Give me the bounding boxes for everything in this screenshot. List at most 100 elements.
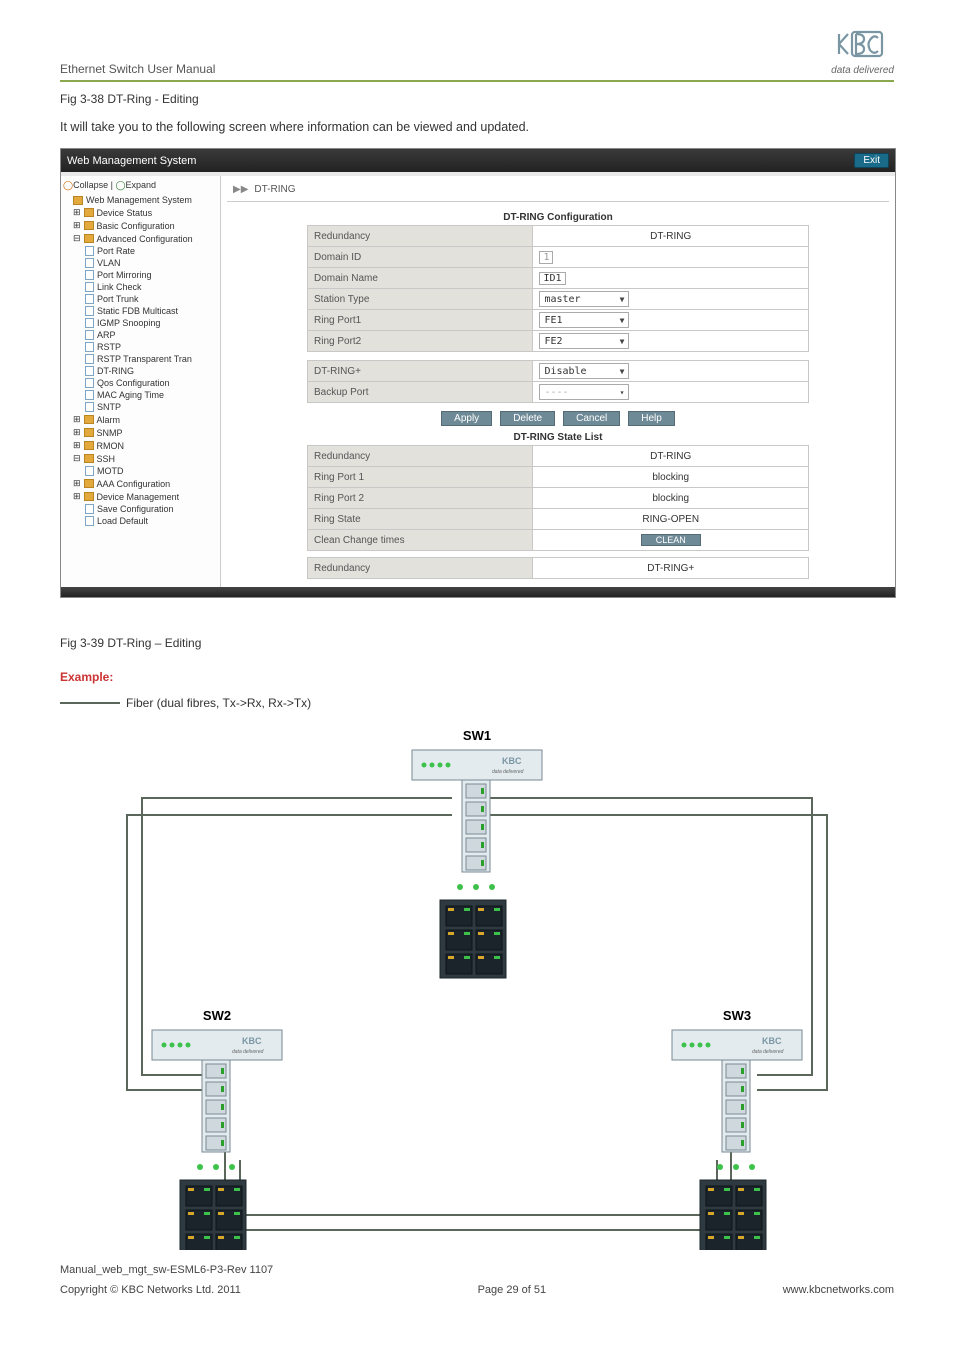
tree-aaa[interactable]: ⊞ AAA Configuration (73, 477, 218, 490)
cfg-domain-id-label: Domain ID (308, 247, 533, 268)
tree-static-fdb[interactable]: Static FDB Multicast (85, 305, 218, 317)
cfg-redundancy-label: Redundancy (308, 226, 533, 247)
legend: Fiber (dual fibres, Tx->Rx, Rx->Tx) (60, 696, 894, 710)
sw2-device (152, 1030, 282, 1250)
caret-down-icon: ▼ (620, 295, 625, 304)
state-ringstate-label: Ring State (308, 509, 533, 530)
footer-copyright: Copyright © KBC Networks Ltd. 2011 (60, 1284, 241, 1296)
cancel-button[interactable]: Cancel (563, 411, 620, 426)
footer-url: www.kbcnetworks.com (783, 1284, 894, 1296)
caret-down-icon: ▾ (620, 388, 625, 397)
kbc-logo-block: data delivered (831, 30, 894, 76)
tree-rstp[interactable]: RSTP (85, 341, 218, 353)
state-cleanchange-label: Clean Change times (308, 530, 533, 551)
window-title: Web Management System (67, 155, 196, 167)
tree-port-trunk[interactable]: Port Trunk (85, 293, 218, 305)
cfg-domain-name-input[interactable]: ID1 (539, 272, 565, 285)
dtring-plus-table: DT-RING+ Disable▼ Backup Port ----▾ (307, 360, 809, 403)
cfg-ring-port1-label: Ring Port1 (308, 310, 533, 331)
lead-sentence: It will take you to the following screen… (60, 120, 894, 134)
state-footer-redundancy-value: DT-RING+ (533, 558, 809, 579)
tree-save-config[interactable]: Save Configuration (85, 503, 218, 515)
tree-root[interactable]: Web Management System (73, 194, 218, 206)
sw3-device (672, 1030, 802, 1250)
tree-ssh[interactable]: ⊟ SSH (73, 452, 218, 465)
cfg-ring-port1-select[interactable]: FE1▼ (539, 312, 629, 328)
tree-dt-ring[interactable]: DT-RING (85, 365, 218, 377)
cfg-redundancy-value: DT-RING (533, 226, 809, 247)
state-redundancy-value: DT-RING (533, 446, 809, 467)
help-button[interactable]: Help (628, 411, 675, 426)
sw3-label: SW3 (723, 1008, 751, 1023)
tree-advanced-config[interactable]: ⊟ Advanced Configuration (73, 232, 218, 245)
tree-mac-aging[interactable]: MAC Aging Time (85, 389, 218, 401)
tree-port-rate[interactable]: Port Rate (85, 245, 218, 257)
fig-3-39-caption: Fig 3-39 DT-Ring – Editing (60, 636, 894, 650)
sw1-device (412, 750, 542, 978)
cfg-backup-port-select[interactable]: ----▾ (539, 384, 629, 400)
caret-down-icon: ▼ (620, 337, 625, 346)
tree-qos[interactable]: Qos Configuration (85, 377, 218, 389)
state-ringport2-label: Ring Port 2 (308, 488, 533, 509)
tree-link-check[interactable]: Link Check (85, 281, 218, 293)
page-footer: Manual_web_mgt_sw-ESML6-P3-Rev 1107 Copy… (60, 1264, 894, 1296)
tree-port-mirroring[interactable]: Port Mirroring (85, 269, 218, 281)
legend-text: Fiber (dual fibres, Tx->Rx, Rx->Tx) (126, 696, 311, 710)
nav-tree: ◯Collapse | ◯Expand Web Management Syste… (61, 176, 221, 587)
cfg-domain-id-input[interactable]: 1 (539, 251, 553, 264)
tree-snmp[interactable]: ⊞ SNMP (73, 426, 218, 439)
state-footer-redundancy-label: Redundancy (308, 558, 533, 579)
tree-alarm[interactable]: ⊞ Alarm (73, 413, 218, 426)
state-ringport1-value: blocking (533, 467, 809, 488)
state-ringport1-label: Ring Port 1 (308, 467, 533, 488)
state-redundancy-label: Redundancy (308, 446, 533, 467)
cfg-ring-port2-select[interactable]: FE2▼ (539, 333, 629, 349)
manual-title: Ethernet Switch User Manual (60, 62, 215, 76)
dtring-state-footer-table: Redundancy DT-RING+ (307, 557, 809, 579)
tree-arp[interactable]: ARP (85, 329, 218, 341)
dtring-state-header: DT-RING State List (307, 432, 809, 443)
cfg-domain-name-label: Domain Name (308, 268, 533, 289)
main-pane: ▶▶ DT-RING DT-RING Configuration Redunda… (221, 176, 895, 587)
example-heading: Example: (60, 670, 894, 684)
cfg-station-type-label: Station Type (308, 289, 533, 310)
tree-device-mgmt[interactable]: ⊞ Device Management (73, 490, 218, 503)
clean-button[interactable]: CLEAN (641, 534, 701, 546)
tree-rstp-trans[interactable]: RSTP Transparent Tran (85, 353, 218, 365)
screenshot: Web Management System Exit ◯Collapse | ◯… (60, 148, 896, 598)
state-ringport2-value: blocking (533, 488, 809, 509)
tree-sntp[interactable]: SNTP (85, 401, 218, 413)
logo-tagline: data delivered (831, 65, 894, 76)
breadcrumb-text: DT-RING (254, 184, 295, 195)
kbc-logo (831, 30, 894, 65)
tree-igmp[interactable]: IGMP Snooping (85, 317, 218, 329)
dtring-config-table: Redundancy DT-RING Domain ID 1 Domain Na… (307, 225, 809, 352)
state-ringstate-value: RING-OPEN (533, 509, 809, 530)
cfg-station-type-select[interactable]: master▼ (539, 291, 629, 307)
tree-collapse-expand[interactable]: ◯Collapse | ◯Expand (63, 180, 218, 191)
breadcrumb-arrow-icon: ▶▶ (233, 184, 248, 195)
window-titlebar: Web Management System Exit (61, 149, 895, 172)
tree-load-default[interactable]: Load Default (85, 515, 218, 527)
caret-down-icon: ▼ (620, 367, 625, 376)
tree-motd[interactable]: MOTD (85, 465, 218, 477)
legend-line-icon (60, 702, 120, 704)
sw2-label: SW2 (203, 1008, 231, 1023)
tree-vlan[interactable]: VLAN (85, 257, 218, 269)
delete-button[interactable]: Delete (500, 411, 555, 426)
tree-basic-config[interactable]: ⊞ Basic Configuration (73, 219, 218, 232)
cfg-ring-port2-label: Ring Port2 (308, 331, 533, 352)
tree-rmon[interactable]: ⊞ RMON (73, 439, 218, 452)
cfg-dtringplus-label: DT-RING+ (308, 361, 533, 382)
dtring-state-table: Redundancy DT-RING Ring Port 1 blocking … (307, 445, 809, 551)
ring-diagram: KBC data delivered (60, 720, 894, 1250)
dtring-config-header: DT-RING Configuration (307, 212, 809, 223)
cfg-dtringplus-select[interactable]: Disable▼ (539, 363, 629, 379)
caret-down-icon: ▼ (620, 316, 625, 325)
cfg-backup-port-label: Backup Port (308, 382, 533, 403)
exit-button[interactable]: Exit (854, 153, 889, 168)
footer-filename: Manual_web_mgt_sw-ESML6-P3-Rev 1107 (60, 1264, 894, 1276)
apply-button[interactable]: Apply (441, 411, 492, 426)
tree-device-status[interactable]: ⊞ Device Status (73, 206, 218, 219)
fig-3-38-caption: Fig 3-38 DT-Ring - Editing (60, 92, 894, 106)
